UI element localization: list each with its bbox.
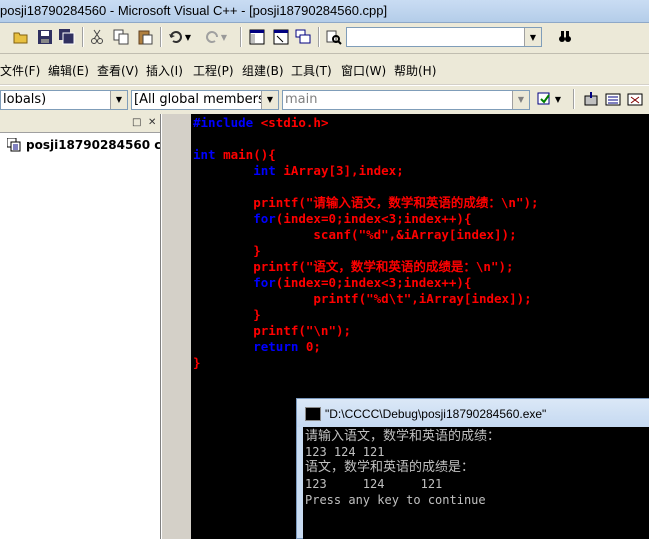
chevron-down-icon[interactable]: ▼: [512, 91, 529, 109]
standard-toolbar: ▼ ▼ ▼: [0, 23, 649, 54]
code-line: }: [193, 243, 261, 259]
code-keyword: for: [253, 275, 276, 290]
cut-icon[interactable]: [88, 28, 106, 46]
console-line: 请输入语文，数学和英语的成绩：: [305, 429, 501, 444]
code-line: printf("语文，数学和英语的成绩是：\n");: [193, 259, 514, 275]
menu-insert[interactable]: 插入(I): [146, 62, 183, 79]
window-list-icon[interactable]: [294, 28, 312, 46]
workspace-icon[interactable]: [248, 28, 266, 46]
console-window[interactable]: "D:\CCCC\Debug\posji18790284560.exe" 请输入…: [296, 398, 649, 539]
code-line: }: [193, 355, 201, 371]
filter-combo[interactable]: [All global members ▼: [131, 90, 279, 110]
code-line: int iArray[3],index;: [193, 163, 404, 179]
menu-window[interactable]: 窗口(W): [341, 62, 386, 79]
code-line: }: [193, 307, 261, 323]
filter-combo-value: [All global members: [134, 92, 265, 107]
code-line: printf("请输入语文，数学和英语的成绩：\n");: [193, 195, 539, 211]
class-combo-value: lobals): [3, 92, 47, 107]
paste-icon[interactable]: [136, 28, 154, 46]
console-title-bar: "D:\CCCC\Debug\posji18790284560.exe": [297, 399, 649, 427]
wizard-bar: lobals) ▼ [All global members ▼ main ▼ ▼: [0, 85, 649, 114]
console-line: 123 124 121: [305, 445, 385, 459]
code-line: for(index=0;index<3;index++){: [193, 275, 471, 291]
code-keyword: int: [193, 147, 224, 162]
chevron-down-icon[interactable]: ▼: [261, 91, 278, 109]
find-icon[interactable]: [556, 28, 574, 46]
window-title: posji18790284560 - Microsoft Visual C++ …: [0, 3, 388, 18]
editor-splitter[interactable]: [161, 114, 191, 539]
save-icon[interactable]: [36, 28, 54, 46]
code-text: (index=0;index<3;index++){: [275, 275, 472, 290]
menu-edit[interactable]: 编辑(E): [48, 62, 89, 79]
copy-icon[interactable]: [112, 28, 130, 46]
console-app-icon: [305, 407, 321, 421]
menu-build[interactable]: 组建(B): [242, 62, 284, 79]
code-line: return 0;: [193, 339, 321, 355]
menu-help[interactable]: 帮助(H): [394, 62, 436, 79]
code-keyword: for: [253, 211, 276, 226]
code-text: main(){: [223, 147, 276, 162]
code-text: iArray[3],index;: [283, 163, 404, 178]
code-line: for(index=0;index<3;index++){: [193, 211, 471, 227]
code-line: printf("\n");: [193, 323, 351, 339]
console-line: 语文，数学和英语的成绩是：: [305, 460, 475, 475]
project-icon: [6, 137, 21, 152]
code-text: printf("请输入语文，数学和英语的成绩：\n");: [193, 195, 539, 210]
code-text: }: [193, 307, 261, 322]
member-combo[interactable]: main ▼: [282, 90, 530, 110]
workspace-panel: □ ✕ posji18790284560 c: [0, 114, 161, 539]
redo-dropdown-icon[interactable]: ▼: [219, 28, 229, 46]
wizard-action-icon[interactable]: [535, 90, 553, 108]
code-text: (index=0;index<3;index++){: [275, 211, 472, 226]
code-text: printf("\n");: [193, 323, 352, 338]
code-line: scanf("%d",&iArray[index]);: [193, 227, 517, 243]
code-line: printf("%d\t",iArray[index]);: [193, 291, 532, 307]
menu-project[interactable]: 工程(P): [193, 62, 234, 79]
code-keyword: int: [253, 163, 284, 178]
class-combo[interactable]: lobals) ▼: [0, 90, 128, 110]
menu-view[interactable]: 查看(V): [97, 62, 139, 79]
save-all-icon[interactable]: [58, 28, 76, 46]
stop-build-icon[interactable]: [626, 90, 644, 108]
chevron-down-icon[interactable]: ▼: [524, 28, 541, 46]
console-output: 请输入语文，数学和英语的成绩： 123 124 121 语文，数学和英语的成绩是…: [303, 427, 649, 539]
code-line: #include <stdio.h>: [193, 115, 328, 131]
code-text: printf("语文，数学和英语的成绩是：\n");: [193, 259, 514, 274]
build-icon[interactable]: [604, 90, 622, 108]
workspace-header: □ ✕: [0, 114, 160, 133]
find-in-files-icon[interactable]: [325, 28, 343, 46]
compile-icon[interactable]: [582, 90, 600, 108]
code-line: int main(){: [193, 147, 276, 163]
undo-dropdown-icon[interactable]: ▼: [183, 28, 193, 46]
menu-file[interactable]: 文件(F): [0, 62, 40, 79]
code-text: 0;: [305, 339, 321, 354]
find-combo[interactable]: ▼: [346, 27, 542, 47]
restore-icon[interactable]: □: [132, 117, 141, 128]
console-line: Press any key to continue: [305, 493, 486, 507]
chevron-down-icon[interactable]: ▼: [110, 91, 127, 109]
code-text: }: [193, 355, 201, 370]
console-title: "D:\CCCC\Debug\posji18790284560.exe": [325, 407, 547, 421]
menu-tools[interactable]: 工具(T): [291, 62, 332, 79]
code-text: <stdio.h>: [260, 115, 329, 130]
code-text: scanf("%d",&iArray[index]);: [193, 227, 517, 242]
output-icon[interactable]: [272, 28, 290, 46]
console-line: 123 124 121: [305, 477, 443, 491]
title-bar: posji18790284560 - Microsoft Visual C++ …: [0, 0, 649, 23]
member-combo-value: main: [285, 92, 318, 107]
workspace-tree-item[interactable]: posji18790284560 c: [26, 138, 160, 152]
close-icon[interactable]: ✕: [148, 117, 156, 128]
code-keyword: return: [253, 339, 306, 354]
menu-bar: 文件(F) 编辑(E) 查看(V) 插入(I) 工程(P) 组建(B) 工具(T…: [0, 54, 649, 84]
code-keyword: #include: [193, 115, 261, 130]
wizard-dropdown-icon[interactable]: ▼: [553, 90, 563, 108]
code-text: }: [193, 243, 261, 258]
open-folder-icon[interactable]: [12, 28, 30, 46]
code-text: printf("%d\t",iArray[index]);: [193, 291, 532, 306]
